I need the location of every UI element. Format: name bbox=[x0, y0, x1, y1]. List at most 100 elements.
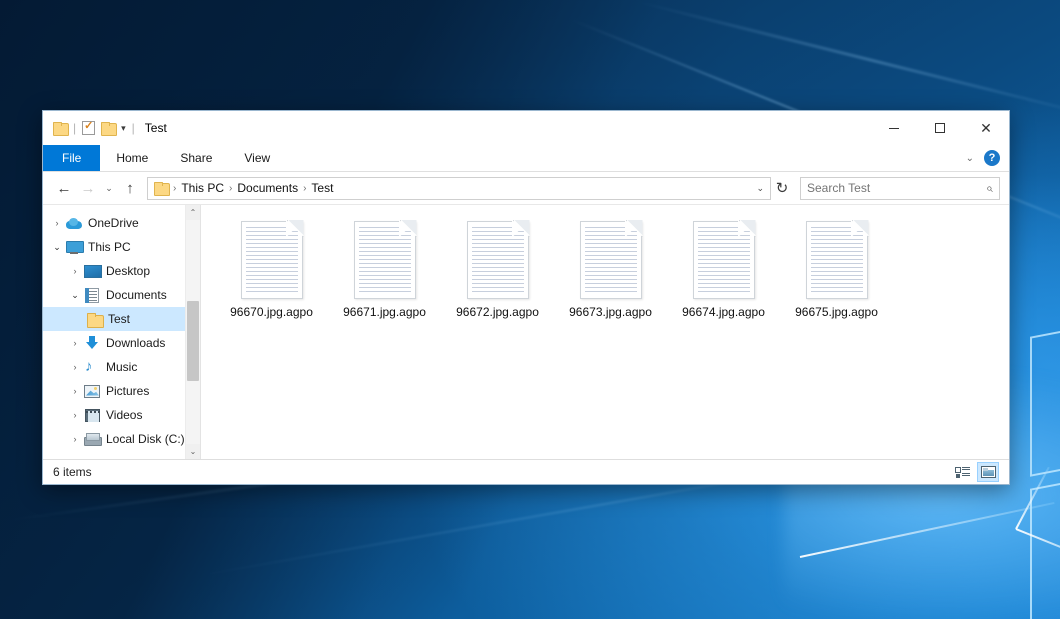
close-button[interactable]: ✕ bbox=[963, 111, 1009, 145]
properties-icon[interactable] bbox=[82, 121, 95, 135]
chevron-right-icon[interactable]: › bbox=[67, 434, 83, 444]
search-box[interactable]: ⌕ bbox=[800, 177, 1000, 200]
new-folder-icon[interactable] bbox=[101, 122, 115, 134]
windows-logo-pane bbox=[1030, 475, 1060, 619]
ribbon-right-controls: ⌄ ? bbox=[966, 145, 1009, 171]
chevron-down-icon[interactable]: ⌄ bbox=[966, 153, 974, 164]
tab-view[interactable]: View bbox=[228, 145, 286, 171]
sidebar-item-label: Local Disk (C:) bbox=[105, 432, 185, 446]
status-bar: 6 items bbox=[43, 459, 1009, 484]
sidebar-item-local-disk-c[interactable]: › Local Disk (C:) bbox=[43, 427, 200, 451]
sidebar-item-label: Pictures bbox=[105, 384, 149, 398]
documents-icon bbox=[83, 288, 101, 303]
breadcrumb[interactable]: › This PC › Documents › Test ⌄ bbox=[147, 177, 771, 200]
sidebar-item-label: Downloads bbox=[105, 336, 165, 350]
videos-icon bbox=[83, 409, 101, 422]
file-item[interactable]: 96672.jpg.agpo bbox=[441, 217, 554, 325]
scrollbar-track[interactable] bbox=[186, 220, 201, 444]
chevron-down-icon[interactable]: ⌄ bbox=[49, 242, 65, 253]
minimize-icon bbox=[889, 128, 899, 129]
sidebar-item-label: Music bbox=[105, 360, 137, 374]
refresh-button[interactable]: ↻ bbox=[771, 176, 793, 200]
window-title: Test bbox=[145, 121, 167, 135]
file-list-view[interactable]: 96670.jpg.agpo 96671.jpg.agpo 96672.jpg.… bbox=[201, 205, 1009, 459]
toolbar-divider: | bbox=[73, 121, 76, 135]
large-icons-view-button[interactable] bbox=[977, 462, 999, 482]
tab-share[interactable]: Share bbox=[164, 145, 228, 171]
forward-button[interactable]: → bbox=[76, 176, 100, 200]
file-grid: 96670.jpg.agpo 96671.jpg.agpo 96672.jpg.… bbox=[201, 205, 1009, 325]
maximize-button[interactable] bbox=[917, 111, 963, 145]
sidebar-item-test[interactable]: Test bbox=[43, 307, 200, 331]
file-explorer-window: | ▾ | Test ✕ File Home Share View ⌄ ? ← … bbox=[42, 110, 1010, 485]
file-item[interactable]: 96673.jpg.agpo bbox=[554, 217, 667, 325]
downloads-icon bbox=[83, 336, 101, 350]
chevron-right-icon[interactable]: › bbox=[49, 218, 65, 228]
chevron-right-icon[interactable]: › bbox=[67, 410, 83, 420]
recent-locations-button[interactable]: ⌄ bbox=[100, 176, 118, 200]
back-button[interactable]: ← bbox=[52, 176, 76, 200]
sidebar-item-label: Documents bbox=[105, 288, 167, 302]
music-icon: ♪ bbox=[83, 360, 101, 374]
sidebar-item-desktop[interactable]: › Desktop bbox=[43, 259, 200, 283]
window-controls: ✕ bbox=[871, 111, 1009, 145]
sidebar-item-music[interactable]: › ♪ Music bbox=[43, 355, 200, 379]
minimize-button[interactable] bbox=[871, 111, 917, 145]
search-icon[interactable]: ⌕ bbox=[986, 181, 993, 196]
file-item[interactable]: 96671.jpg.agpo bbox=[328, 217, 441, 325]
sidebar-item-downloads[interactable]: › Downloads bbox=[43, 331, 200, 355]
desktop-icon bbox=[83, 265, 101, 278]
file-name: 96674.jpg.agpo bbox=[682, 305, 765, 319]
folder-icon[interactable] bbox=[53, 122, 67, 134]
sidebar-item-label: OneDrive bbox=[87, 216, 139, 230]
breadcrumb-item-this-pc[interactable]: This PC bbox=[177, 181, 228, 195]
generic-file-icon bbox=[693, 221, 755, 299]
view-toggle-group bbox=[951, 462, 999, 482]
chevron-right-icon[interactable]: › bbox=[67, 266, 83, 276]
file-item[interactable]: 96670.jpg.agpo bbox=[215, 217, 328, 325]
tab-file[interactable]: File bbox=[43, 145, 100, 171]
chevron-right-icon[interactable]: › bbox=[67, 386, 83, 396]
chevron-down-icon[interactable]: ⌄ bbox=[756, 183, 764, 194]
file-item[interactable]: 96674.jpg.agpo bbox=[667, 217, 780, 325]
sidebar-item-documents[interactable]: ⌄ Documents bbox=[43, 283, 200, 307]
sidebar-item-onedrive[interactable]: › OneDrive bbox=[43, 211, 200, 235]
sidebar-item-pictures[interactable]: › Pictures bbox=[43, 379, 200, 403]
maximize-icon bbox=[935, 123, 945, 133]
item-count-label: 6 items bbox=[53, 465, 92, 479]
disk-icon bbox=[83, 433, 101, 446]
navigation-tree: › OneDrive ⌄ This PC › Desktop ⌄ bbox=[43, 205, 200, 451]
title-bar: | ▾ | Test ✕ bbox=[43, 111, 1009, 145]
sidebar-item-label: Videos bbox=[105, 408, 142, 422]
chevron-right-icon[interactable]: › bbox=[67, 362, 83, 372]
large-icons-view-icon bbox=[981, 466, 996, 478]
tab-home[interactable]: Home bbox=[100, 145, 164, 171]
sidebar-item-videos[interactable]: › Videos bbox=[43, 403, 200, 427]
this-pc-icon bbox=[65, 241, 83, 254]
chevron-down-icon[interactable]: ▾ bbox=[121, 123, 126, 134]
close-icon: ✕ bbox=[980, 121, 992, 135]
file-name: 96673.jpg.agpo bbox=[569, 305, 652, 319]
navigation-scrollbar[interactable]: ⌃ ⌄ bbox=[185, 205, 200, 459]
chevron-right-icon[interactable]: › bbox=[67, 338, 83, 348]
help-icon[interactable]: ? bbox=[984, 150, 1000, 166]
address-bar: ← → ⌄ ↑ › This PC › Documents › Test ⌄ ↻… bbox=[43, 172, 1009, 204]
scrollbar-thumb[interactable] bbox=[187, 301, 199, 382]
search-input[interactable] bbox=[807, 181, 986, 195]
pictures-icon bbox=[83, 385, 101, 398]
file-name: 96671.jpg.agpo bbox=[343, 305, 426, 319]
scroll-up-icon[interactable]: ⌃ bbox=[186, 205, 201, 220]
sidebar-item-this-pc[interactable]: ⌄ This PC bbox=[43, 235, 200, 259]
navigation-pane: › OneDrive ⌄ This PC › Desktop ⌄ bbox=[43, 205, 201, 459]
breadcrumb-item-test[interactable]: Test bbox=[307, 181, 337, 195]
breadcrumb-item-documents[interactable]: Documents bbox=[233, 181, 302, 195]
scroll-down-icon[interactable]: ⌄ bbox=[186, 444, 201, 459]
windows-logo-pane bbox=[1030, 323, 1060, 477]
file-item[interactable]: 96675.jpg.agpo bbox=[780, 217, 893, 325]
up-button[interactable]: ↑ bbox=[118, 176, 142, 200]
sidebar-item-label: This PC bbox=[87, 240, 131, 254]
details-view-button[interactable] bbox=[951, 462, 973, 482]
quick-access-toolbar: | ▾ | bbox=[53, 121, 135, 135]
chevron-down-icon[interactable]: ⌄ bbox=[67, 290, 83, 301]
generic-file-icon bbox=[467, 221, 529, 299]
